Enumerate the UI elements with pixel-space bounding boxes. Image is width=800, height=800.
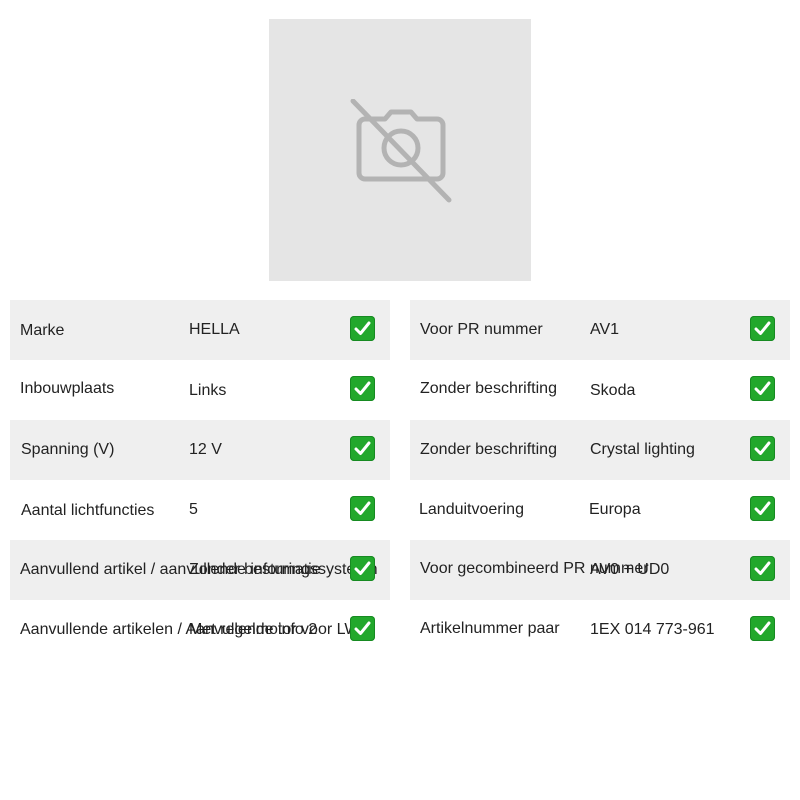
spec-value: 1EX 014 773-961 xyxy=(590,621,715,638)
spec-label: Aantal lichtfuncties xyxy=(21,502,155,519)
spec-row-spanning: Spanning (V) 12 V xyxy=(10,420,390,480)
check-icon xyxy=(350,496,375,521)
spec-row-voor-pr-nummer: Voor PR nummer AV1 xyxy=(410,300,790,360)
spec-row-aantal-lichtfuncties: Aantal lichtfuncties 5 xyxy=(10,480,390,540)
spec-row-aanvullende-artikelen: Aanvullende artikelen / Aanvullende info… xyxy=(10,600,390,660)
check-icon xyxy=(750,556,775,581)
check-icon xyxy=(750,316,775,341)
spec-label: Inbouwplaats xyxy=(20,380,115,397)
spec-value: AV0 + UD0 xyxy=(590,561,670,578)
spec-label: Voor PR nummer xyxy=(420,321,543,338)
spec-label: Zonder beschrifting xyxy=(420,380,557,397)
check-icon xyxy=(350,556,375,581)
spec-value: HELLA xyxy=(189,321,240,338)
spec-value: Crystal lighting xyxy=(590,441,695,458)
check-icon xyxy=(750,436,775,461)
spec-row-zonder-beschrifting-2: Zonder beschrifting Crystal lighting xyxy=(410,420,790,480)
spec-value: Links xyxy=(189,382,227,399)
no-camera-icon xyxy=(350,99,452,203)
check-icon xyxy=(350,616,375,641)
spec-value: AV1 xyxy=(590,321,620,338)
check-icon xyxy=(750,616,775,641)
spec-value: 12 V xyxy=(189,441,222,458)
check-icon xyxy=(350,436,375,461)
spec-value: 5 xyxy=(189,501,198,518)
spec-row-artikelnummer-paar: Artikelnummer paar 1EX 014 773-961 xyxy=(410,600,790,660)
spec-label: Landuitvoering xyxy=(419,501,524,518)
spec-value: Met regelmotor voor LWR xyxy=(189,621,371,638)
spec-label: Marke xyxy=(20,322,65,339)
spec-row-aanvullend-artikel: Aanvullend artikel / aanvullende informa… xyxy=(10,540,390,600)
check-icon xyxy=(750,376,775,401)
product-image-placeholder xyxy=(269,19,531,281)
spec-row-zonder-beschrifting-1: Zonder beschrifting Skoda xyxy=(410,360,790,420)
spec-label: Zonder beschrifting xyxy=(420,441,557,458)
check-icon xyxy=(350,316,375,341)
spec-row-landuitvoering: Landuitvoering Europa xyxy=(410,480,790,540)
spec-table-right: Voor PR nummer AV1 Zonder beschrifting S… xyxy=(410,300,790,660)
spec-row-voor-gecombineerd-pr-nummer: Voor gecombineerd PR nummer AV0 + UD0 xyxy=(410,540,790,600)
spec-value: Europa xyxy=(589,501,641,518)
spec-label: Spanning (V) xyxy=(21,441,115,458)
spec-row-inbouwplaats: Inbouwplaats Links xyxy=(10,360,390,420)
spec-table-left: Marke HELLA Inbouwplaats Links Spanning … xyxy=(10,300,390,660)
spec-label: Artikelnummer paar xyxy=(420,620,560,637)
spec-value: Skoda xyxy=(590,382,636,399)
spec-row-marke: Marke HELLA xyxy=(10,300,390,360)
check-icon xyxy=(350,376,375,401)
check-icon xyxy=(750,496,775,521)
